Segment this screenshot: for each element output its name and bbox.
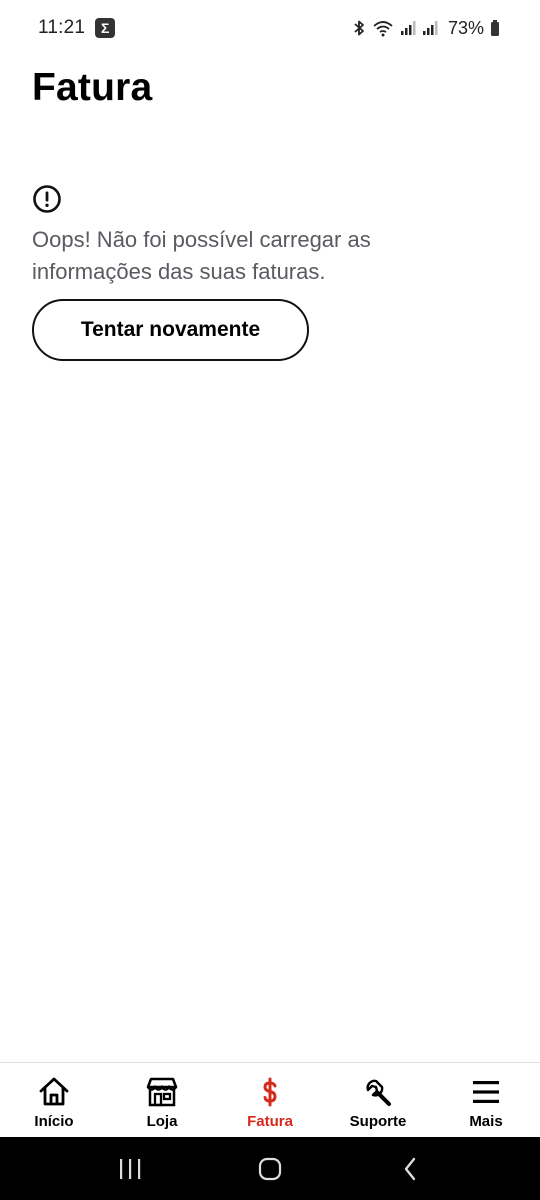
signal-icon	[400, 21, 416, 35]
nav-label: Fatura	[247, 1113, 293, 1130]
recent-apps-button[interactable]	[100, 1149, 160, 1189]
page-title: Fatura	[32, 66, 153, 109]
alert-circle-icon	[33, 185, 61, 213]
nav-item-suporte[interactable]: Suporte	[324, 1063, 432, 1137]
nav-label: Loja	[146, 1113, 178, 1130]
wrench-icon	[361, 1075, 395, 1109]
system-nav-bar	[0, 1137, 540, 1200]
battery-icon	[491, 20, 499, 36]
nav-label: Início	[34, 1113, 74, 1130]
battery-level: 73%	[447, 17, 484, 38]
dollar-icon	[253, 1075, 287, 1109]
status-left: 11:21 Σ	[38, 17, 116, 39]
back-chevron-icon	[404, 1157, 416, 1180]
home-button[interactable]	[240, 1149, 300, 1189]
error-message: Oops! Não foi possível carregar as infor…	[32, 227, 371, 284]
nav-item-loja[interactable]: Loja	[108, 1063, 216, 1137]
nav-item-fatura[interactable]: Fatura	[216, 1063, 324, 1137]
status-bar: 11:21 Σ 73%	[0, 0, 540, 56]
wifi-icon	[373, 21, 393, 37]
retry-button[interactable]: Tentar novamente	[32, 299, 309, 361]
store-icon	[145, 1075, 179, 1109]
back-button[interactable]	[380, 1149, 440, 1189]
sigma-icon: Σ	[95, 18, 116, 38]
home-circle-icon	[258, 1157, 282, 1180]
screen: 11:21 Σ 73% Fatura Oops! Não foi possíve…	[0, 0, 540, 1200]
bottom-nav: Início Loja Fatura Suporte Mais	[0, 1062, 540, 1137]
nav-label: Mais	[469, 1113, 503, 1130]
home-icon	[37, 1075, 71, 1109]
recent-apps-icon	[120, 1158, 141, 1179]
nav-item-mais[interactable]: Mais	[432, 1063, 540, 1137]
bluetooth-icon	[354, 20, 364, 36]
nav-item-inicio[interactable]: Início	[0, 1063, 108, 1137]
status-right: 73%	[352, 18, 500, 39]
signal-2-icon	[422, 21, 438, 35]
status-time: 11:21	[38, 17, 86, 38]
nav-label: Suporte	[349, 1113, 407, 1130]
menu-icon	[469, 1075, 503, 1109]
